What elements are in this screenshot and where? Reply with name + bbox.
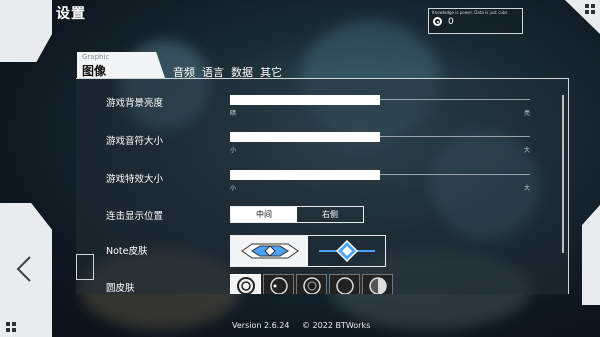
note-size-slider[interactable]: 小 大 [230, 132, 530, 156]
left-top-frame [0, 0, 52, 62]
slider-max-label: 亮 [523, 110, 530, 117]
combo-position-label: 连击显示位置 [106, 211, 164, 222]
note-size-label: 游戏音符大小 [106, 136, 164, 147]
combo-option-center[interactable]: 中间 [231, 207, 297, 222]
scrollbar[interactable] [562, 95, 564, 253]
note-skin-label: Note皮肤 [106, 246, 148, 257]
copyright-text: © 2022 BTWorks [302, 321, 371, 330]
note-skin-option-1[interactable] [231, 236, 308, 266]
target-icon [433, 17, 442, 26]
grid-icon[interactable] [585, 4, 595, 14]
page-title: 设置 [56, 6, 86, 22]
circle-skin-selector[interactable] [230, 274, 393, 294]
slider-max-label: 大 [523, 147, 530, 154]
circle-skin-icon [236, 277, 255, 294]
score-caption: Knowledge is power. Data is just cubs [432, 10, 508, 15]
circle-skin-icon [335, 277, 354, 294]
combo-option-right[interactable]: 右侧 [297, 207, 363, 222]
circle-skin-option[interactable] [263, 274, 294, 294]
slider-max-label: 大 [523, 185, 530, 192]
back-arrow-icon[interactable] [14, 255, 36, 283]
score-panel: Knowledge is power. Data is just cubs 0 [428, 8, 523, 34]
circle-skin-option[interactable] [230, 274, 261, 294]
effect-size-label: 游戏特效大小 [106, 174, 164, 185]
circle-skin-icon [302, 277, 321, 294]
bg-brightness-label: 游戏背景亮度 [106, 98, 164, 109]
bg-brightness-slider[interactable]: 暗 亮 [230, 95, 530, 119]
note-skin-2-icon [318, 239, 375, 263]
slider-min-label: 小 [230, 185, 237, 192]
slider-fill[interactable] [230, 95, 380, 105]
grid-icon[interactable] [6, 322, 16, 332]
effect-size-slider[interactable]: 小 大 [230, 170, 530, 194]
slider-fill[interactable] [230, 170, 380, 180]
tab-graphic-subtitle: Graphic [82, 53, 110, 61]
side-decoration [76, 254, 94, 280]
note-skin-selector[interactable] [230, 235, 386, 267]
circle-skin-option[interactable] [329, 274, 360, 294]
version-text: Version 2.6.24 [232, 321, 290, 330]
settings-panel: 游戏背景亮度 暗 亮 游戏音符大小 小 大 游戏特效大小 小 大 连击显示位置 … [76, 78, 569, 294]
circle-skin-label: 圆皮肤 [106, 283, 135, 294]
circle-skin-option[interactable] [362, 274, 393, 294]
slider-min-label: 小 [230, 147, 237, 154]
right-side-frame [582, 205, 600, 305]
circle-skin-icon [368, 277, 387, 294]
slider-min-label: 暗 [230, 110, 237, 117]
circle-skin-option[interactable] [296, 274, 327, 294]
combo-position-toggle[interactable]: 中间 右侧 [230, 206, 364, 223]
note-skin-option-2[interactable] [308, 236, 385, 266]
circle-skin-icon [269, 277, 288, 294]
score-value: 0 [448, 17, 454, 27]
slider-fill[interactable] [230, 132, 380, 142]
note-skin-1-icon [240, 243, 299, 259]
tab-graphic-label: 图像 [82, 64, 107, 78]
